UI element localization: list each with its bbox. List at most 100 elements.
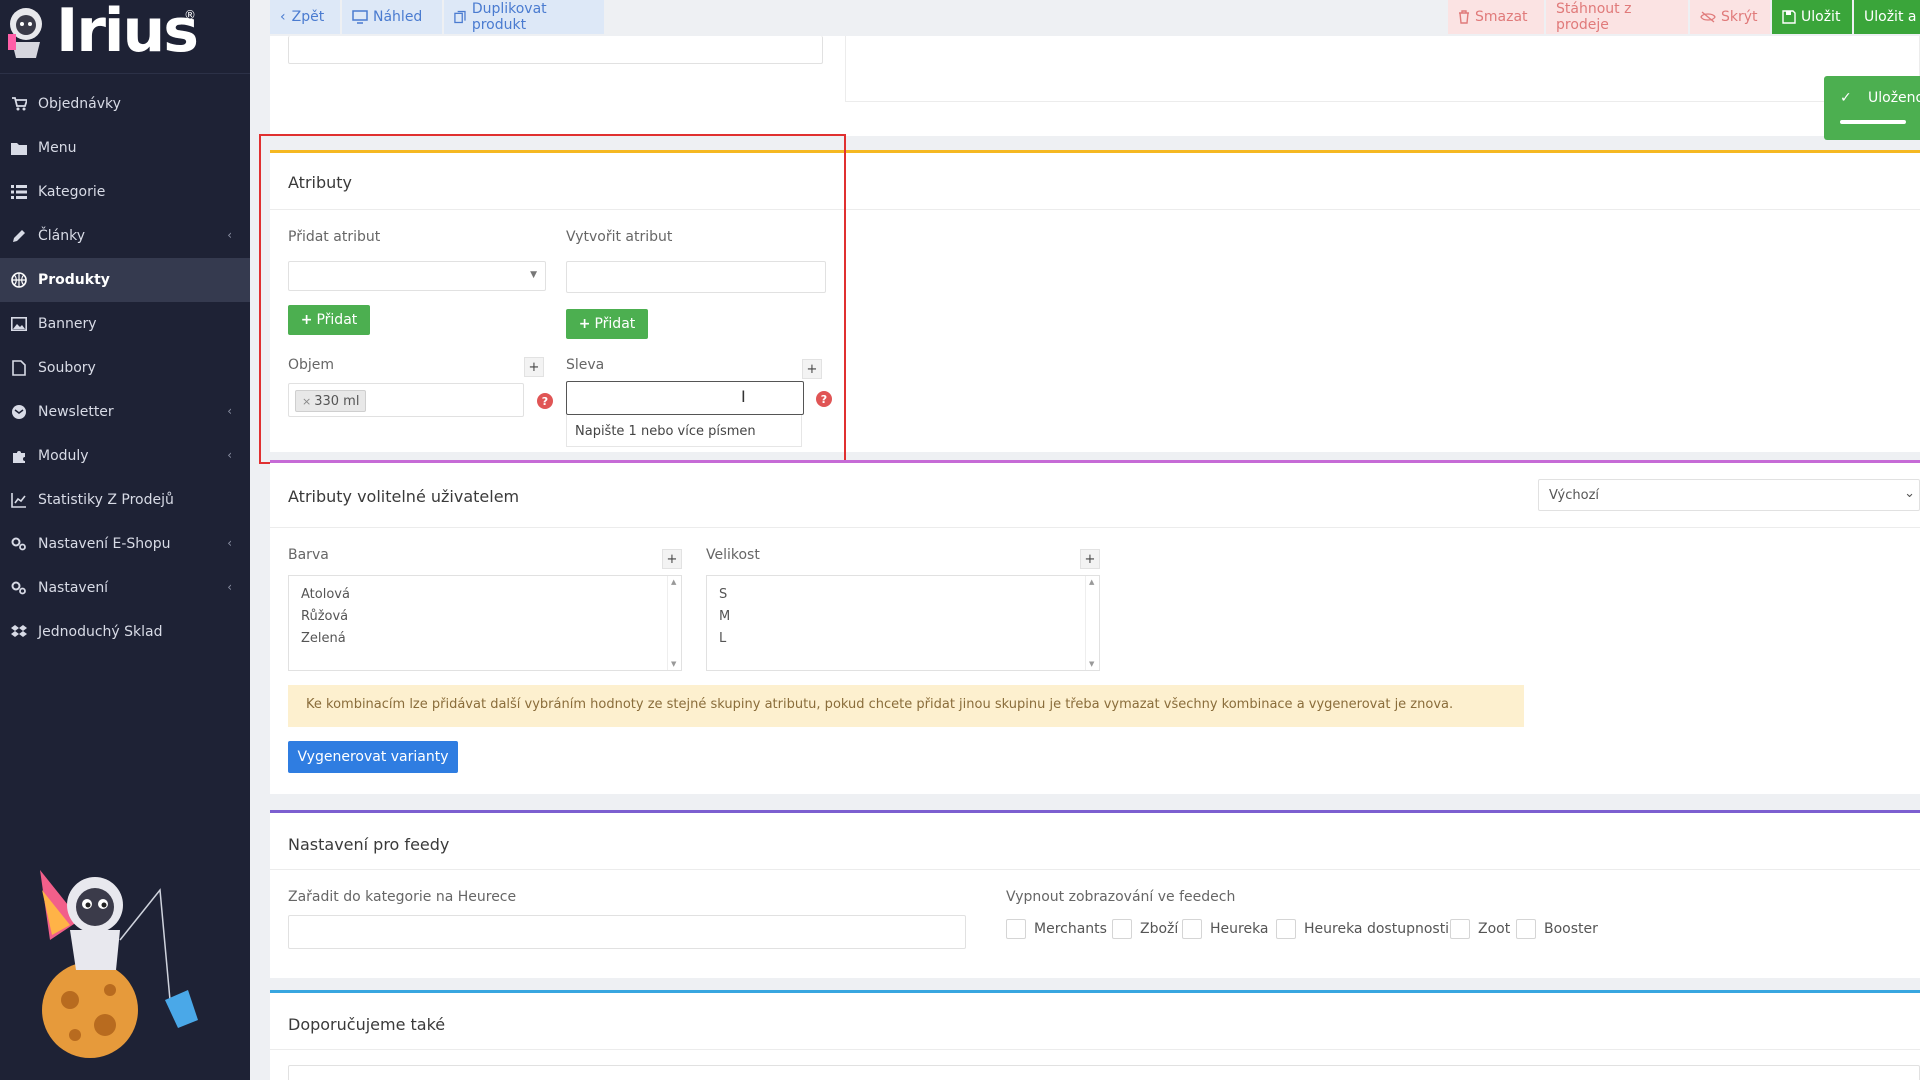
size-label: Velikost	[706, 547, 760, 563]
puzzle-icon	[10, 447, 28, 465]
logo[interactable]: Irius ®	[0, 0, 250, 74]
sidebar-item-label: Nastavení	[38, 580, 109, 596]
cart-icon	[10, 95, 28, 113]
back-button[interactable]: ‹ Zpět	[270, 0, 340, 34]
feed-checkbox-zoot[interactable]: Zoot	[1450, 919, 1510, 939]
sidebar-item-orders[interactable]: Objednávky	[0, 82, 250, 126]
volume-label: Objem	[288, 357, 335, 373]
sidebar-item-products[interactable]: Produkty	[0, 258, 250, 302]
checkbox[interactable]	[1182, 919, 1202, 939]
feed-checkbox-heureka[interactable]: Heureka	[1182, 919, 1269, 939]
scrollbar[interactable]: ▲ ▼	[1085, 576, 1099, 670]
sidebar-item-settings[interactable]: Nastavení ‹	[0, 566, 250, 610]
chevron-left-icon: ‹	[227, 404, 232, 418]
feed-checkbox-zbozi[interactable]: Zboží	[1112, 919, 1178, 939]
save-and-exit-button[interactable]: Uložit a ze	[1854, 0, 1920, 34]
sidebar-item-categories[interactable]: Kategorie	[0, 170, 250, 214]
image-icon	[10, 315, 28, 333]
sidebar-item-eshop-settings[interactable]: Nastavení E-Shopu ‹	[0, 522, 250, 566]
list-item[interactable]: Atolová	[289, 584, 681, 606]
trash-icon	[1459, 10, 1469, 24]
registered-mark: ®	[184, 8, 196, 22]
feed-checkbox-heureka-availability[interactable]: Heureka dostupnosti	[1276, 919, 1449, 939]
discount-help-icon[interactable]: ?	[816, 391, 832, 407]
sidebar-item-files[interactable]: Soubory	[0, 346, 250, 390]
chevron-left-icon: ‹	[280, 9, 286, 25]
save-button[interactable]: Uložit	[1772, 0, 1852, 34]
attributes-card: Atributy Přidat atribut ▼ + Přidat Vytvo…	[270, 150, 1920, 452]
sidebar-item-label: Menu	[38, 140, 77, 156]
pencil-icon	[10, 227, 28, 245]
list-item[interactable]: Růžová	[289, 606, 681, 628]
create-attribute-button[interactable]: + Přidat	[566, 309, 648, 339]
chevron-down-icon: ⌄	[1904, 486, 1915, 501]
heureka-category-input[interactable]	[288, 915, 966, 949]
discount-autocomplete-hint: Napište 1 nebo více písmen	[566, 415, 802, 447]
email-icon	[10, 403, 28, 421]
heureka-category-label: Zařadit do kategorie na Heurece	[288, 889, 517, 905]
chevron-left-icon: ‹	[227, 536, 232, 550]
scrollbar[interactable]: ▲ ▼	[667, 576, 681, 670]
gears-icon	[10, 535, 28, 553]
plus-icon: +	[578, 316, 591, 332]
checkbox[interactable]	[1112, 919, 1132, 939]
generate-variants-button[interactable]: Vygenerovat varianty	[288, 741, 458, 773]
delete-button[interactable]: Smazat	[1448, 0, 1544, 34]
size-listbox[interactable]: S M L ▲ ▼	[706, 575, 1100, 671]
feed-checkbox-booster[interactable]: Booster	[1516, 919, 1598, 939]
file-icon	[10, 359, 28, 377]
scroll-down-icon: ▼	[671, 660, 677, 668]
discount-tags-input[interactable]: I	[566, 381, 804, 415]
disable-feeds-label: Vypnout zobrazování ve feedech	[1006, 889, 1236, 905]
scroll-up-icon: ▲	[1089, 578, 1095, 586]
duplicate-product-button[interactable]: Duplikovat produkt	[444, 0, 604, 34]
sidebar-item-modules[interactable]: Moduly ‹	[0, 434, 250, 478]
sidebar-item-articles[interactable]: Články ‹	[0, 214, 250, 258]
list-item[interactable]: S	[707, 584, 1099, 606]
list-item[interactable]: L	[707, 628, 1099, 650]
sidebar-item-menu[interactable]: Menu	[0, 126, 250, 170]
checkbox[interactable]	[1450, 919, 1470, 939]
color-add-button[interactable]: +	[662, 549, 682, 569]
volume-tag: × 330 ml	[295, 390, 367, 412]
sidebar-item-label: Moduly	[38, 448, 89, 464]
list-icon	[10, 183, 28, 201]
list-item[interactable]: M	[707, 606, 1099, 628]
feed-checkbox-merchants[interactable]: Merchants	[1006, 919, 1107, 939]
volume-help-icon[interactable]: ?	[537, 393, 553, 409]
previous-input[interactable]	[288, 36, 823, 64]
size-add-button[interactable]: +	[1080, 549, 1100, 569]
monitor-icon	[352, 10, 368, 24]
scroll-down-icon: ▼	[1089, 660, 1095, 668]
create-attribute-input[interactable]	[566, 261, 826, 293]
volume-add-value-button[interactable]: +	[524, 357, 544, 377]
sidebar-item-newsletter[interactable]: Newsletter ‹	[0, 390, 250, 434]
withdraw-from-sale-button[interactable]: Stáhnout z prodeje	[1546, 0, 1688, 34]
hide-button[interactable]: Skrýt	[1690, 0, 1770, 34]
dropbox-icon	[10, 623, 28, 641]
checkbox[interactable]	[1276, 919, 1296, 939]
tag-remove-icon[interactable]: ×	[302, 395, 311, 408]
list-item[interactable]: Zelená	[289, 628, 681, 650]
add-attribute-select[interactable]: ▼	[288, 261, 546, 291]
volume-tags-input[interactable]: × 330 ml	[288, 383, 524, 417]
chevron-left-icon: ‹	[227, 580, 232, 594]
sidebar-item-statistics[interactable]: Statistiky Z Prodejů	[0, 478, 250, 522]
color-listbox[interactable]: Atolová Růžová Zelená ▲ ▼	[288, 575, 682, 671]
recommend-input[interactable]	[288, 1065, 1920, 1080]
checkbox[interactable]	[1006, 919, 1026, 939]
scroll-up-icon: ▲	[671, 578, 677, 586]
discount-add-value-button[interactable]: +	[802, 359, 822, 379]
preview-button[interactable]: Náhled	[342, 0, 442, 34]
add-attribute-button[interactable]: + Přidat	[288, 305, 370, 335]
sidebar-item-label: Produkty	[38, 272, 110, 288]
sidebar-item-warehouse[interactable]: Jednoduchý Sklad	[0, 610, 250, 654]
basketball-icon	[10, 271, 28, 289]
chevron-left-icon: ‹	[227, 228, 232, 242]
sidebar-item-label: Jednoduchý Sklad	[38, 624, 163, 640]
checkbox[interactable]	[1516, 919, 1536, 939]
variant-mode-select[interactable]: Výchozí ⌄	[1538, 479, 1920, 511]
sidebar: Irius ® Objednávky Menu Kategorie Články…	[0, 0, 250, 1080]
sidebar-item-banners[interactable]: Bannery	[0, 302, 250, 346]
divider	[270, 1049, 1920, 1050]
